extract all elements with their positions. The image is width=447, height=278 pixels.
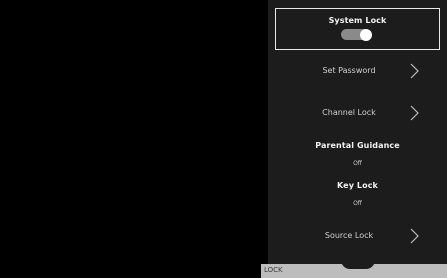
- footer-label: LOCK: [264, 266, 283, 274]
- system-lock-toggle[interactable]: [341, 28, 372, 41]
- set-password-label: Set Password: [322, 66, 376, 75]
- key-lock-value: Off: [353, 200, 362, 207]
- source-lock-label: Source Lock: [324, 231, 374, 240]
- chevron-right-icon: [410, 105, 419, 121]
- set-password-item[interactable]: Set Password: [268, 59, 447, 83]
- video-area: [0, 0, 268, 278]
- footer-notch: [341, 260, 375, 269]
- channel-lock-item[interactable]: Channel Lock: [268, 101, 447, 125]
- chevron-right-icon: [410, 63, 419, 79]
- channel-lock-label: Channel Lock: [322, 108, 376, 117]
- chevron-right-icon: [410, 228, 419, 244]
- lock-menu-panel: System Lock Set Password Channel Lock Pa…: [268, 0, 447, 278]
- toggle-knob: [360, 28, 372, 41]
- system-lock-title: System Lock: [328, 16, 387, 25]
- parental-guidance-title[interactable]: Parental Guidance: [268, 141, 447, 150]
- parental-guidance-value: Off: [353, 160, 362, 167]
- key-lock-title[interactable]: Key Lock: [268, 181, 447, 190]
- source-lock-item[interactable]: Source Lock: [268, 224, 447, 248]
